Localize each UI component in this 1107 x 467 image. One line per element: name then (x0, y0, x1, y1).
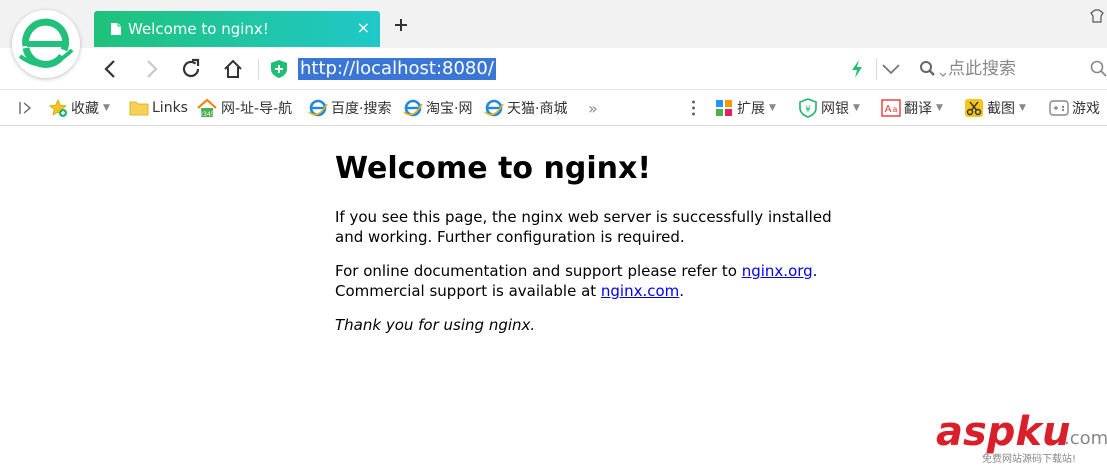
nginx-com-link[interactable]: nginx.com (601, 282, 679, 300)
tool-label: 截图 (987, 101, 1015, 117)
tool-label: 游戏 (1072, 101, 1100, 117)
chevron-down-icon: ▼ (769, 103, 776, 113)
bookmark-label: 收藏 (71, 101, 99, 117)
install-message: If you see this page, the nginx web serv… (335, 208, 832, 246)
tab-strip: Welcome to nginx! × (0, 0, 1107, 48)
support-text: For online documentation and support ple… (335, 262, 742, 280)
watermark-tagline: 免费网站源码下载站! (982, 454, 1077, 465)
tool-extensions[interactable]: 扩展 ▼ (714, 90, 776, 126)
svg-text:A: A (885, 104, 892, 115)
house-2345-icon: 2345 (197, 98, 217, 118)
bookmark-links[interactable]: Links (129, 90, 188, 126)
chevron-down-icon: ▼ (936, 103, 943, 113)
bookmark-label: 天猫·商城 (507, 101, 568, 117)
star-icon (49, 99, 67, 117)
translate-icon: A a (881, 99, 901, 117)
folder-icon (129, 101, 149, 116)
home-icon[interactable] (222, 58, 244, 80)
chevron-down-icon: ▼ (1019, 103, 1026, 113)
scissors-icon (965, 99, 983, 117)
address-divider (258, 58, 259, 80)
page-content: Welcome to nginx! If you see this page, … (335, 127, 855, 335)
svg-text:¥: ¥ (805, 105, 811, 115)
bookmark-nav-site[interactable]: 2345 网-址-导-航 (196, 90, 292, 126)
forward-icon[interactable] (140, 58, 162, 80)
thanks-text: Thank you for using nginx. (335, 316, 536, 334)
commercial-text: Commercial support is available at (335, 282, 601, 300)
thanks-message: Thank you for using nginx. (335, 315, 855, 335)
tool-ebank[interactable]: ¥ 网银 ▼ (798, 90, 860, 126)
tool-screenshot[interactable]: 截图 ▼ (964, 90, 1026, 126)
chevron-down-icon[interactable] (880, 58, 902, 80)
watermark-logo: aspku (936, 409, 1071, 455)
watermark-tld: .com (1064, 428, 1107, 449)
nginx-org-link[interactable]: nginx.org (742, 262, 813, 280)
page-icon (111, 23, 121, 35)
tool-games[interactable]: 游戏 (1049, 90, 1100, 126)
ebank-shield-icon: ¥ (799, 98, 817, 118)
commercial-text-end: . (679, 282, 685, 300)
svg-text:a: a (893, 105, 898, 114)
bookmark-label: 网-址-导-航 (221, 101, 293, 117)
search-input[interactable] (948, 58, 1083, 80)
site-watermark: aspku .com 免费网站源码下载站! (936, 409, 1107, 465)
bookmark-favorites[interactable]: 收藏 ▼ (48, 90, 110, 126)
bookmark-label: 百度·搜索 (331, 101, 392, 117)
browser-logo (12, 10, 80, 78)
chevron-down-icon: ▼ (853, 103, 860, 113)
active-tab[interactable]: Welcome to nginx! × (94, 11, 380, 47)
svg-text:2345: 2345 (199, 111, 214, 118)
sidebar-toggle-icon (19, 102, 32, 114)
bookmark-taobao[interactable]: 淘宝·网 (403, 90, 472, 126)
security-shield-icon[interactable] (270, 59, 288, 79)
extensions-icon (716, 100, 732, 116)
tool-translate[interactable]: A a 翻译 ▼ (881, 90, 943, 126)
support-message: For online documentation and support ple… (335, 261, 855, 301)
bookmark-label: 淘宝·网 (426, 101, 473, 117)
bookmark-baidu[interactable]: 百度·搜索 (308, 90, 391, 126)
ie-icon (308, 99, 328, 117)
support-text-end: . (812, 262, 818, 280)
tab-title: Welcome to nginx! (128, 20, 269, 38)
skin-icon[interactable] (1089, 8, 1105, 24)
tab-close-icon[interactable]: × (357, 20, 370, 36)
ie-icon (403, 99, 423, 117)
address-url[interactable]: http://localhost:8080/ (298, 58, 496, 80)
bookmarks-overflow-button[interactable]: » (588, 90, 598, 126)
more-options-icon[interactable] (692, 99, 695, 117)
bookmark-tmall[interactable]: 天猫·商城 (484, 90, 567, 126)
browser-window: Welcome to nginx! × http://localhost:808… (0, 0, 1107, 467)
bookmarks-bar: 收藏 ▼ Links 2345 网-址-导-航 百度·搜索 淘宝·网 天猫·商城… (0, 90, 1107, 126)
speed-mode-icon[interactable] (850, 59, 864, 79)
search-engine-icon[interactable] (918, 59, 946, 79)
browser-logo-icon (18, 18, 74, 68)
new-tab-icon[interactable] (392, 16, 410, 34)
tool-label: 网银 (821, 101, 849, 117)
bookmark-label: Links (152, 100, 188, 116)
ie-icon (484, 99, 504, 117)
navigation-bar: http://localhost:8080/ (0, 48, 1107, 90)
sidebar-toggle[interactable] (18, 90, 35, 126)
gamepad-icon (1049, 100, 1069, 116)
back-icon[interactable] (100, 58, 122, 80)
page-heading: Welcome to nginx! (335, 151, 651, 186)
search-icon[interactable] (1090, 60, 1107, 78)
refresh-icon[interactable] (180, 58, 202, 80)
tool-label: 扩展 (737, 101, 765, 117)
dropdown-divider (876, 58, 877, 80)
chevron-down-icon: ▼ (103, 103, 110, 113)
tool-label: 翻译 (904, 101, 932, 117)
